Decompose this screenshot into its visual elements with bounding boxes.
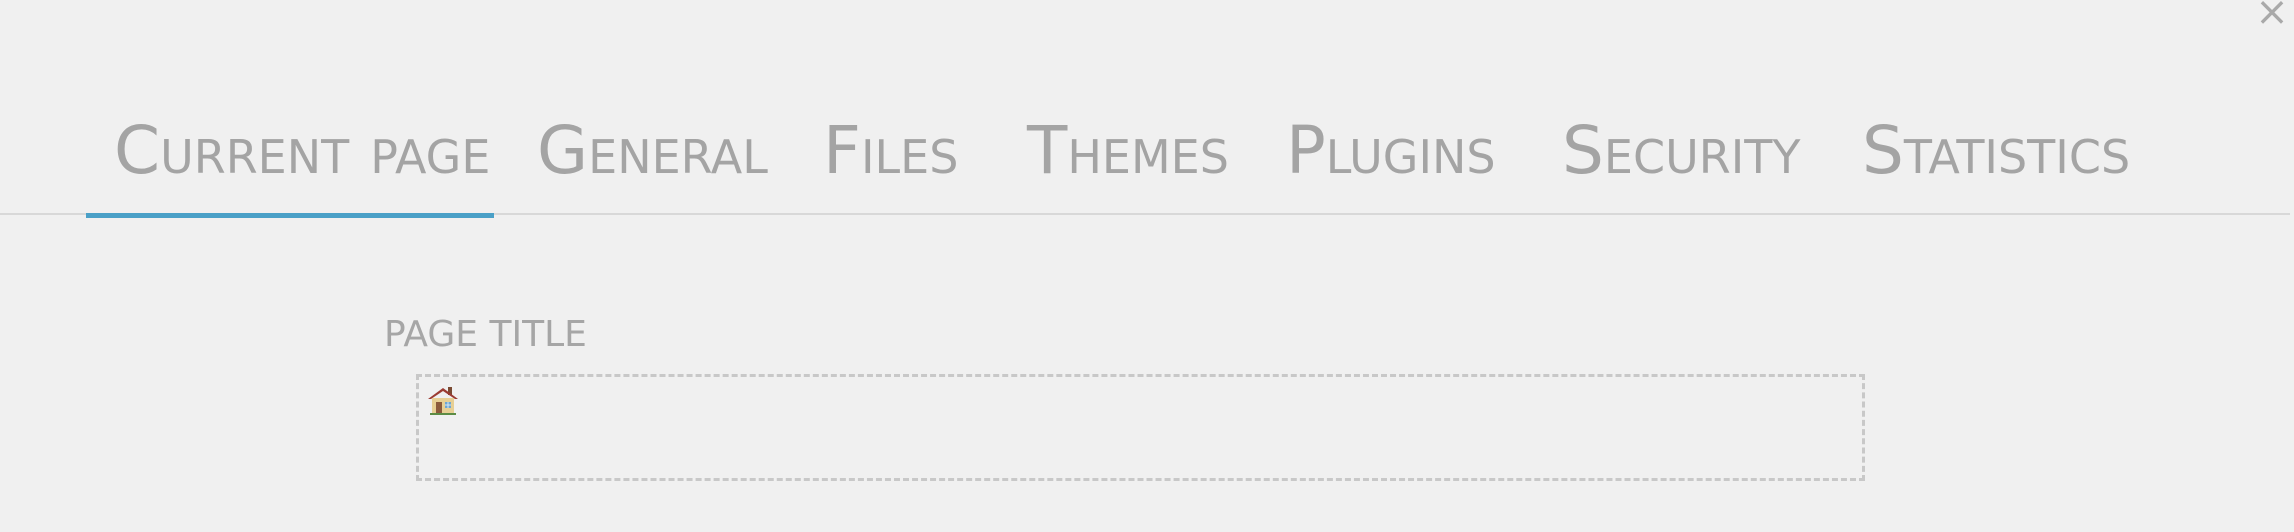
tab-general[interactable]: General: [537, 116, 768, 186]
tab-files[interactable]: Files: [823, 116, 958, 186]
settings-tabbar: Current page General Files Themes Plugin…: [0, 0, 2294, 220]
active-tab-indicator: [86, 213, 494, 218]
tab-statistics[interactable]: Statistics: [1862, 116, 2130, 186]
page-title-input[interactable]: [416, 374, 1865, 481]
tab-plugins[interactable]: Plugins: [1286, 116, 1496, 186]
home-icon: [428, 387, 458, 415]
tab-security[interactable]: Security: [1562, 116, 1800, 186]
page-title-label: PAGE TITLE: [384, 314, 587, 355]
settings-panel: × Current page General Files Themes Plug…: [0, 0, 2294, 532]
tab-current-page[interactable]: Current page: [114, 116, 490, 186]
tab-themes[interactable]: Themes: [1027, 116, 1229, 186]
